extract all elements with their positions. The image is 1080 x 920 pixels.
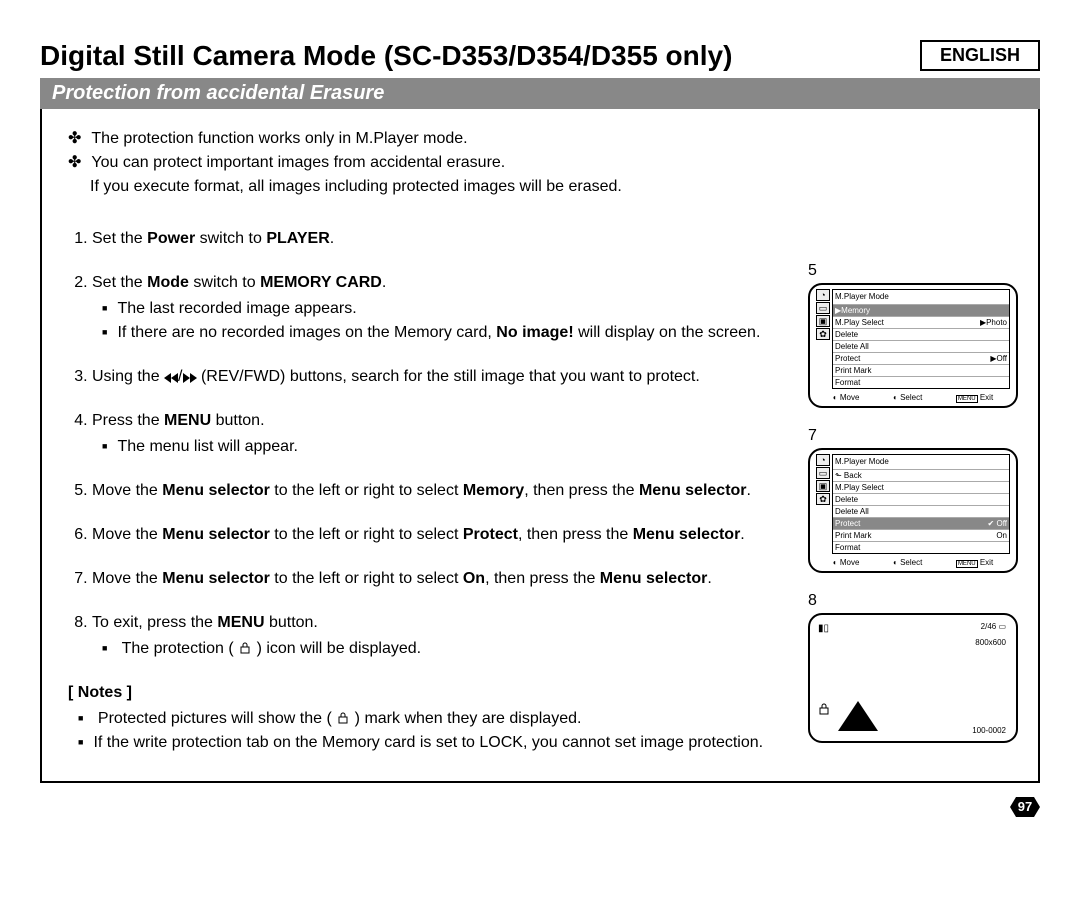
intro-subtext: If you execute format, all images includ… [90,178,622,195]
page-title: Digital Still Camera Mode (SC-D353/D354/… [40,40,1040,72]
menu-row-selected: Protect✔ Off [833,517,1009,529]
side-mode-icons: ◔ ▭ ▣ ✿ [816,454,830,506]
intro-item: You can protect important images from ac… [68,151,1012,199]
content-box: The protection function works only in M.… [40,109,1040,783]
menu-row: Format [833,376,1009,388]
figure-number: 7 [808,424,1018,448]
menu-row: M.Play Select▶Photo [833,316,1009,328]
osd-bottom-hints: ◐ Move ◐ Select MENU Exit [816,392,1010,404]
menu-back: ⬑ Back [833,469,1009,481]
menu-row: Print Mark [833,364,1009,376]
menu-row: Protect▶Off [833,352,1009,364]
menu-cat: ▶Memory [833,304,1009,316]
lock-icon [238,640,256,657]
camera-icon: ▣ [816,315,830,327]
figure-5-screen: ◔ ▭ ▣ ✿ M.Player Mode ▶Memory M.Play Sel… [808,283,1018,408]
battery-icon: ▮▯ [818,621,829,636]
resolution-label: 800x600 [975,637,1006,649]
menu-title: M.Player Mode [833,290,1009,304]
intro-item: The protection function works only in M.… [68,127,1012,151]
menu-row: Format [833,541,1009,553]
camera-icon: ▣ [816,480,830,492]
osd-bottom-hints: ◐ Move ◐ Select MENU Exit [816,557,1010,569]
osd-menu: M.Player Mode ▶Memory M.Play Select▶Phot… [832,289,1010,389]
memory-icon: ▭ [816,302,830,314]
menu-row: Print MarkOn [833,529,1009,541]
menu-row: Delete All [833,505,1009,517]
language-label: ENGLISH [920,40,1040,71]
protect-lock-icon [818,703,830,720]
file-number: 100-0002 [972,725,1006,737]
side-mode-icons: ◔ ▭ ▣ ✿ [816,289,830,341]
figure-number: 5 [808,259,1018,283]
menu-title: M.Player Mode [833,455,1009,469]
osd-menu: M.Player Mode ⬑ Back M.Play Select Delet… [832,454,1010,554]
menu-row: M.Play Select [833,481,1009,493]
clock-icon: ◔ [816,289,830,301]
figures-column: 5 ◔ ▭ ▣ ✿ M.Player Mode ▶Memory M.Play S… [808,259,1018,759]
menu-row: Delete [833,328,1009,340]
image-counter: 2/46 ▭ [981,621,1006,633]
menu-row: Delete All [833,340,1009,352]
gear-icon: ✿ [816,328,830,340]
step-item: Set the Power switch to PLAYER. [92,227,1012,251]
section-subtitle: Protection from accidental Erasure [40,78,1040,109]
clock-icon: ◔ [816,454,830,466]
memory-icon: ▭ [816,467,830,479]
menu-row: Delete [833,493,1009,505]
figure-number: 8 [808,589,1018,613]
gear-icon: ✿ [816,493,830,505]
play-arrow-icon [838,701,878,739]
intro-list: The protection function works only in M.… [68,127,1012,199]
page-number: 97 [40,797,1040,817]
figure-7-screen: ◔ ▭ ▣ ✿ M.Player Mode ⬑ Back M.Play Sele… [808,448,1018,573]
figure-8-screen: ▮▯ 2/46 ▭ 800x600 100-0002 [808,613,1018,743]
rew-fwd-icon: / [164,368,201,385]
lock-icon [336,710,354,727]
